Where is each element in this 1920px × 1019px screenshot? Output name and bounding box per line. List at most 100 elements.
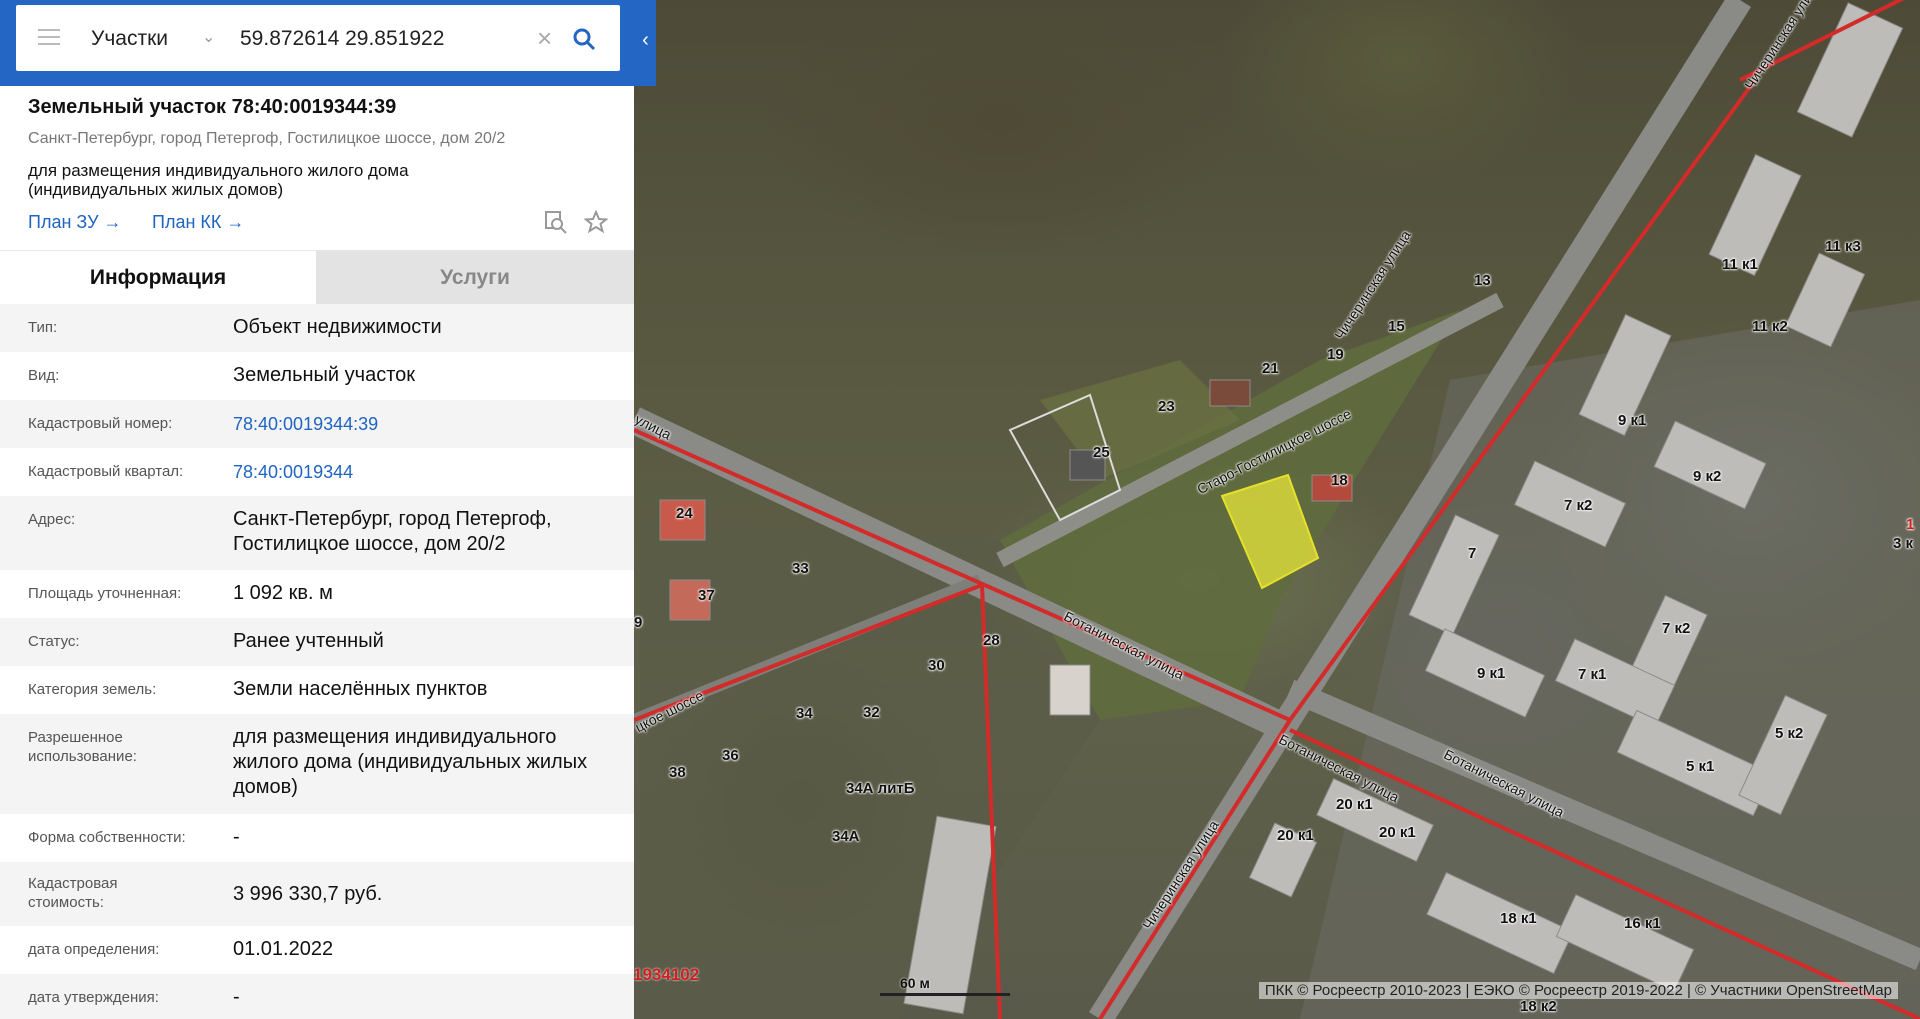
info-row-kind: Вид: Земельный участок (0, 352, 634, 400)
house-number: 34 (796, 705, 813, 722)
tab-info[interactable]: Информация (0, 251, 316, 305)
house-number: 15 (1388, 318, 1405, 335)
house-number: 11 к3 (1825, 238, 1861, 255)
row-value: Ранее учтенный (233, 630, 384, 652)
close-icon[interactable]: × (537, 23, 552, 54)
house-number: 16 к1 (1624, 915, 1661, 932)
house-number: 24 (676, 505, 693, 522)
tab-services[interactable]: Услуги (316, 251, 634, 305)
house-number: 11 к2 (1752, 318, 1788, 335)
house-number: 36 (722, 747, 739, 764)
house-number: 20 к1 (1379, 824, 1416, 841)
zoom-to-icon[interactable] (544, 210, 568, 239)
search-input[interactable] (238, 21, 522, 57)
house-number: 33 (792, 560, 809, 577)
info-table: Тип: Объект недвижимости Вид: Земельный … (0, 304, 634, 1019)
house-number: 38 (669, 764, 686, 781)
info-row-category: Категория земель: Земли населённых пункт… (0, 666, 634, 714)
row-label: дата определения: (28, 941, 160, 958)
house-number: 1 (1906, 516, 1915, 533)
row-value: Объект недвижимости (233, 316, 442, 338)
arrow-right-icon: → (103, 212, 122, 232)
house-number: 21 (1262, 360, 1279, 377)
star-icon[interactable] (583, 209, 609, 239)
plan-kk-label: План КК (152, 212, 222, 232)
menu-icon[interactable] (38, 29, 60, 47)
plan-zu-link[interactable]: План ЗУ → (28, 212, 122, 233)
plan-zu-label: План ЗУ (28, 212, 99, 232)
row-label: дата утверждения: (28, 989, 159, 1006)
house-number: 7 к2 (1564, 497, 1593, 514)
chevron-down-icon[interactable]: ⌄ (202, 27, 215, 47)
layer-select[interactable]: Участки (91, 27, 168, 51)
house-number: 20 к1 (1336, 796, 1373, 813)
row-label: Тип: (28, 319, 58, 336)
info-row-date-approved: дата утверждения: - (0, 974, 634, 1019)
house-number: 13 (1474, 272, 1491, 289)
info-row-permitted-use: Разрешенное использование: для размещени… (0, 714, 634, 814)
row-label: Категория земель: (28, 681, 157, 698)
row-label: Статус: (28, 633, 80, 650)
house-number: 37 (698, 587, 715, 604)
house-number: 9 к1 (1618, 412, 1647, 429)
info-row-ownership: Форма собственности: - (0, 814, 634, 862)
house-number: 30 (928, 657, 945, 674)
house-number: 34А (832, 828, 860, 845)
info-row-type: Тип: Объект недвижимости (0, 304, 634, 352)
arrow-right-icon: → (226, 212, 245, 232)
house-number: 5 к2 (1775, 725, 1804, 742)
parcel-title: Земельный участок 78:40:0019344:39 (28, 96, 397, 118)
row-value: 3 996 330,7 руб. (233, 883, 383, 905)
row-value: Земельный участок (233, 364, 416, 386)
search-icon[interactable] (572, 27, 596, 56)
info-row-area: Площадь уточненная: 1 092 кв. м (0, 570, 634, 618)
cad-quarter-link[interactable]: 78:40:0019344 (233, 460, 623, 485)
search-bar: Участки ⌄ × ‹ (0, 0, 656, 86)
row-label: Кадастровый номер: (28, 415, 173, 432)
row-value: 1 092 кв. м (233, 582, 333, 604)
house-number: 7 к2 (1662, 620, 1691, 637)
plan-kk-link[interactable]: План КК → (152, 212, 244, 233)
row-label: Кадастровый квартал: (28, 463, 184, 480)
house-number: 20 к1 (1277, 827, 1314, 844)
house-number: 9 к2 (1693, 468, 1722, 485)
info-row-cad-number: Кадастровый номер: 78:40:0019344:39 (0, 400, 634, 448)
house-number: 5 к1 (1686, 758, 1715, 775)
search-box: Участки ⌄ × (16, 5, 620, 71)
house-number: 7 к1 (1578, 666, 1607, 683)
row-label: Разрешенное использование: (28, 729, 137, 765)
row-label: Адрес: (28, 511, 76, 528)
row-value: Земли населённых пунктов (233, 678, 488, 700)
house-number: 25 (1093, 444, 1110, 461)
info-panel: Земельный участок 78:40:0019344:39 Санкт… (0, 86, 634, 1019)
row-label: Кадастровая стоимость: (28, 875, 118, 911)
panel-tabs: Информация Услуги (0, 250, 634, 305)
house-number: 18 к2 (1520, 998, 1557, 1015)
collapse-panel-button[interactable]: ‹ (635, 12, 656, 68)
scale-bar (880, 993, 1010, 996)
house-number: 18 к1 (1500, 910, 1537, 927)
cadastral-quarter-label: 1934102 (633, 965, 700, 984)
house-number: 9 (634, 614, 643, 631)
row-value: для размещения индивидуального жилого до… (233, 726, 588, 798)
cad-number-link[interactable]: 78:40:0019344:39 (233, 412, 623, 437)
row-value: - (233, 826, 240, 848)
house-number: 7 (1468, 545, 1477, 562)
info-row-cad-value: Кадастровая стоимость: 3 996 330,7 руб. (0, 862, 634, 926)
house-number: 28 (983, 632, 1000, 649)
parcel-use: для размещения индивидуального жилого до… (28, 161, 409, 199)
house-number: 34А литБ (846, 780, 915, 797)
house-number: 9 к1 (1477, 665, 1506, 682)
house-number: 23 (1158, 398, 1175, 415)
map-attribution: ПКК © Росреестр 2010-2023 | ЕЭКО © Росре… (1258, 982, 1898, 999)
info-row-status: Статус: Ранее учтенный (0, 618, 634, 666)
row-label: Форма собственности: (28, 829, 186, 846)
row-value: Санкт-Петербург, город Петергоф, Гостили… (233, 508, 552, 555)
row-value: - (233, 986, 240, 1008)
scale-label: 60 м (900, 975, 930, 991)
parcel-address: Санкт-Петербург, город Петергоф, Гостили… (28, 130, 506, 147)
house-number: 11 к1 (1722, 256, 1758, 273)
house-number: 18 (1331, 472, 1348, 489)
row-value: 01.01.2022 (233, 938, 334, 960)
house-number: 19 (1327, 346, 1344, 363)
